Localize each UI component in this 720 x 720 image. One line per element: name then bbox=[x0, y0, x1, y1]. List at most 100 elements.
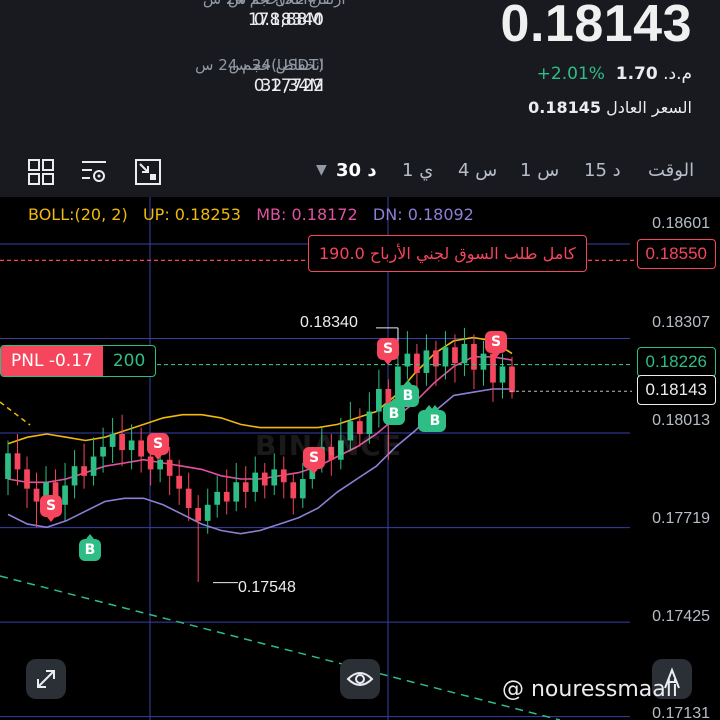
boll-params: BOLL:(20, 2) bbox=[28, 205, 128, 224]
candle-body bbox=[271, 469, 278, 486]
grid-layout-icon[interactable] bbox=[27, 158, 55, 186]
buy-marker[interactable]: B bbox=[424, 405, 446, 432]
chevron-down-icon[interactable]: ▼ bbox=[316, 162, 327, 178]
y-tick-label: 0.18013 bbox=[652, 412, 710, 429]
y-tick-label: 0.17131 bbox=[652, 705, 710, 720]
candle-body bbox=[185, 488, 192, 508]
candle-body bbox=[214, 491, 221, 505]
fullscreen-exit-icon[interactable] bbox=[134, 158, 162, 186]
eye-icon bbox=[346, 672, 374, 686]
tab-timeframe-1[interactable]: 15 د bbox=[584, 160, 621, 181]
candle-body bbox=[423, 350, 430, 373]
fair-price-label: السعر العادل bbox=[606, 98, 692, 117]
chart-toolbar: ▼ 30 د 1 ي 4 س 1 س 15 د الوقت bbox=[0, 150, 720, 194]
indicator-settings-icon[interactable] bbox=[80, 158, 108, 186]
candle-body bbox=[5, 453, 11, 480]
tab-timeframe-4[interactable]: 1 ي bbox=[402, 160, 433, 181]
candle-body bbox=[109, 434, 116, 447]
expand-chart-button[interactable] bbox=[26, 659, 66, 699]
stat-high-24h-value: 0.18340 bbox=[253, 10, 324, 30]
tab-timeframe-2[interactable]: 1 س bbox=[520, 160, 559, 181]
candle-body bbox=[138, 440, 144, 457]
take-profit-order-label[interactable]: كامل طلب السوق لجني الأرباح 190.0 bbox=[308, 235, 587, 272]
candle-body bbox=[242, 482, 249, 492]
sell-marker[interactable]: S bbox=[377, 338, 399, 365]
price-fiat-row: م.د. 1.70 +2.01% bbox=[537, 64, 692, 84]
candle-body bbox=[290, 482, 297, 499]
candle-body bbox=[471, 343, 477, 370]
candle-body bbox=[100, 446, 106, 457]
candle-body bbox=[14, 453, 21, 470]
position-qty: 200 bbox=[112, 351, 146, 371]
fiat-currency: م.د. bbox=[663, 64, 692, 84]
tab-time-label[interactable]: الوقت bbox=[648, 160, 694, 181]
sell-marker[interactable]: S bbox=[147, 433, 169, 460]
candle-body bbox=[499, 366, 506, 383]
last-price-tag: 0.18143 bbox=[636, 375, 716, 405]
boll-dn: DN: 0.18092 bbox=[372, 205, 474, 224]
sell-marker[interactable]: S bbox=[303, 447, 325, 474]
tab-timeframe-active[interactable]: 30 د bbox=[336, 160, 377, 181]
candle-body bbox=[166, 459, 173, 476]
stat-low-24h-value: 0.17722 bbox=[253, 76, 324, 96]
y-tick-label: 0.17425 bbox=[652, 608, 710, 625]
candle-body bbox=[128, 440, 135, 451]
trend-line bbox=[0, 575, 561, 720]
entry-price-tag[interactable]: 0.18226 bbox=[636, 347, 716, 377]
candle-body bbox=[280, 469, 287, 483]
candle-body bbox=[461, 343, 468, 364]
candle-body bbox=[33, 488, 40, 502]
author-credit: @ nouressmaali bbox=[502, 677, 678, 702]
candle-body bbox=[204, 504, 211, 521]
stat-low-24h: انخفاض 24 س 0.17722 bbox=[214, 56, 324, 96]
candle-body bbox=[62, 485, 68, 505]
y-tick-label: 0.18601 bbox=[652, 215, 710, 232]
stat-high-24h-label: ارتفاع خلال 24 س bbox=[228, 0, 346, 8]
candle-body bbox=[252, 472, 259, 492]
candle-body bbox=[195, 507, 202, 521]
price-change-percent: +2.01% bbox=[536, 64, 605, 84]
position-pnl-tag[interactable]: PNL -0.17 200 bbox=[0, 345, 157, 377]
boll-mb: MB: 0.18172 bbox=[256, 205, 358, 224]
candle-body bbox=[71, 466, 78, 486]
candle-body bbox=[119, 434, 125, 451]
bollinger-legend: BOLL:(20, 2) UP: 0.18253 MB: 0.18172 DN:… bbox=[28, 205, 474, 224]
candle-body bbox=[147, 456, 154, 470]
stat-high-24h: ارتفاع خلال 24 س 0.18340 bbox=[228, 0, 346, 30]
boll-up: UP: 0.18253 bbox=[142, 205, 241, 224]
sell-marker[interactable]: S bbox=[40, 495, 62, 522]
fiat-value: 1.70 bbox=[615, 64, 658, 84]
candle-body bbox=[452, 347, 458, 364]
high-marker-label: 0.18340 bbox=[300, 314, 358, 331]
candle-body bbox=[414, 353, 420, 373]
candle-body bbox=[81, 466, 87, 476]
tab-timeframe-3[interactable]: 4 س bbox=[458, 160, 497, 181]
sell-marker[interactable]: S bbox=[485, 331, 507, 358]
candle-body bbox=[24, 469, 30, 489]
candle-body bbox=[509, 366, 515, 393]
candle-body bbox=[157, 459, 164, 470]
candle-body bbox=[90, 456, 97, 476]
fair-price-value: 0.18145 bbox=[528, 98, 602, 117]
candle-body bbox=[176, 475, 183, 489]
candle-body bbox=[442, 347, 449, 367]
y-tick-label: 0.18307 bbox=[652, 314, 710, 331]
take-profit-price-tag[interactable]: 0.18550 bbox=[636, 239, 716, 269]
price-chart[interactable]: BINANCE BOLL:(20, 2) UP: 0.18253 MB: 0.1… bbox=[0, 197, 720, 720]
candle-body bbox=[233, 482, 240, 502]
binance-watermark: BINANCE bbox=[255, 429, 402, 462]
expand-icon bbox=[37, 670, 55, 688]
fair-price-row: 0.18145 السعر العادل bbox=[528, 98, 692, 117]
candle-body bbox=[261, 472, 268, 486]
pnl-label: PNL -0.17 bbox=[1, 346, 103, 376]
candle-body bbox=[376, 389, 382, 412]
buy-marker[interactable]: B bbox=[397, 380, 419, 407]
trend-line bbox=[0, 401, 31, 426]
candle-body bbox=[299, 479, 306, 499]
toggle-visibility-button[interactable] bbox=[340, 659, 380, 699]
low-marker-label: 0.17548 bbox=[238, 579, 296, 596]
last-price: 0.18143 bbox=[500, 0, 692, 53]
y-tick-label: 0.17719 bbox=[652, 510, 710, 527]
buy-marker[interactable]: B bbox=[79, 534, 101, 561]
stat-low-24h-label: انخفاض 24 س bbox=[228, 56, 324, 74]
